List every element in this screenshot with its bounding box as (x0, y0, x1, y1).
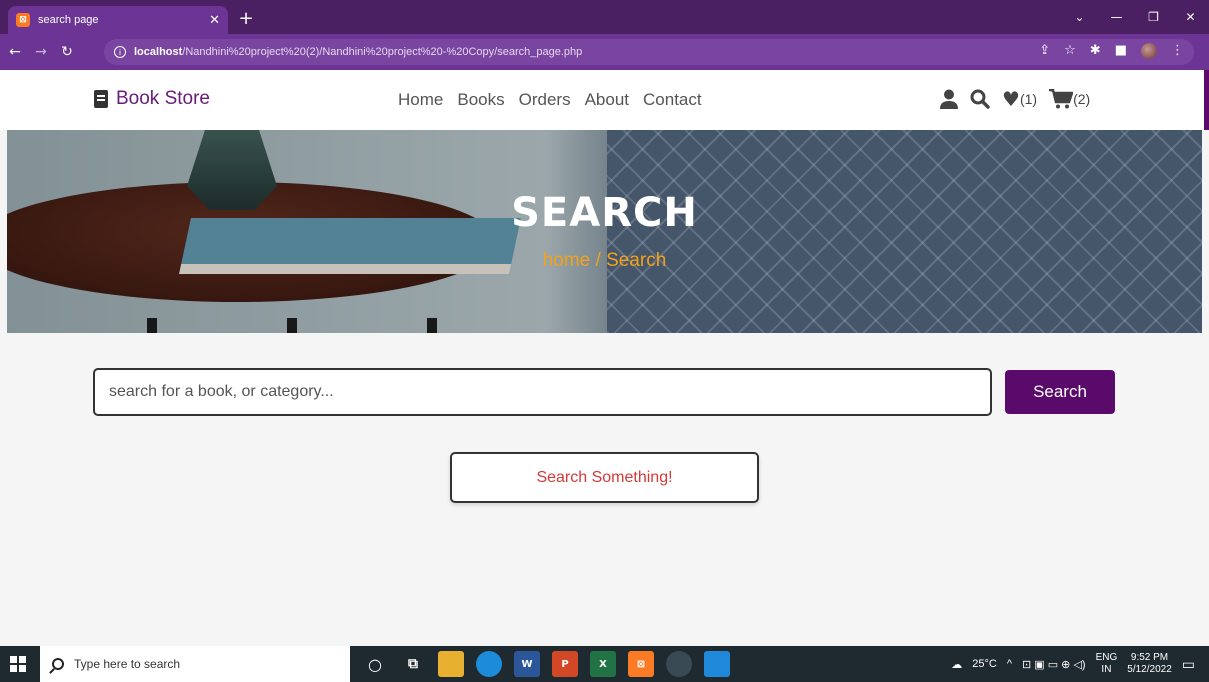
vscode-icon[interactable] (704, 651, 730, 677)
chevron-up-icon[interactable]: ^ (1007, 658, 1012, 670)
close-icon[interactable]: ✕ (1172, 0, 1209, 34)
powerpoint-icon[interactable]: P (552, 651, 578, 677)
weather-cloud-icon[interactable]: ☁ (951, 658, 962, 671)
restore-icon[interactable]: ❐ (1135, 0, 1172, 34)
cart-count[interactable]: (2) (1073, 91, 1090, 107)
search-input[interactable] (93, 368, 992, 416)
os-taskbar: Type here to search ○ ⧉ W P X ⊠ ☁ 25°C ^… (0, 646, 1209, 682)
nav-orders[interactable]: Orders (519, 90, 571, 110)
header-icons: ♥ (1) (2) (940, 87, 1090, 111)
nav-contact[interactable]: Contact (643, 90, 702, 110)
search-icon (52, 658, 64, 670)
xampp-icon: ⊠ (16, 13, 30, 27)
browser-tab-strip: ⊠ search page ✕ + ⌄ — ❐ ✕ (0, 0, 1209, 34)
back-icon[interactable]: ← (4, 44, 26, 60)
share-icon[interactable]: ⇪ (1039, 43, 1050, 59)
language-indicator[interactable]: ENG IN (1096, 652, 1118, 676)
browser-toolbar: ← → ↻ i localhost/Nandhini%20project%20(… (0, 34, 1209, 70)
extensions-puzzle-icon[interactable]: ✱ (1090, 43, 1101, 59)
site-logo[interactable]: Book Store (94, 88, 210, 110)
window-controls: ⌄ — ❐ ✕ (1061, 0, 1209, 34)
xampp-icon[interactable]: ⊠ (628, 651, 654, 677)
bookmark-star-icon[interactable]: ☆ (1064, 43, 1076, 59)
cortana-icon[interactable]: ○ (362, 651, 388, 677)
nav-home[interactable]: Home (398, 90, 443, 110)
heart-icon[interactable]: ♥ (1002, 87, 1020, 111)
taskbar-apps: ○ ⧉ W P X ⊠ (362, 646, 730, 682)
notifications-icon[interactable]: ▭ (1182, 656, 1195, 673)
search-button[interactable]: Search (1005, 370, 1115, 414)
taskbar-search[interactable]: Type here to search (40, 646, 350, 682)
book-icon (94, 90, 108, 108)
user-icon[interactable] (940, 89, 958, 109)
search-icon[interactable] (970, 89, 990, 109)
chevron-down-icon[interactable]: ⌄ (1061, 0, 1098, 34)
wishlist-count[interactable]: (1) (1020, 91, 1037, 107)
clock[interactable]: 9:52 PM 5/12/2022 (1127, 652, 1172, 676)
kebab-menu-icon[interactable]: ⋮ (1171, 43, 1184, 59)
excel-icon[interactable]: X (590, 651, 616, 677)
logo-text: Book Store (116, 88, 210, 109)
profile-avatar[interactable] (1141, 43, 1157, 59)
minimize-icon[interactable]: — (1098, 0, 1135, 34)
task-view-icon[interactable]: ⧉ (400, 651, 426, 677)
system-tray: ☁ 25°C ^ ⊡ ▣ ▭ ⊕ ◁) ENG IN 9:52 PM 5/12/… (951, 646, 1195, 682)
weather-temp[interactable]: 25°C (972, 658, 997, 670)
main-nav: Home Books Orders About Contact (398, 90, 702, 110)
sidepanel-icon[interactable]: ■ (1115, 43, 1127, 59)
windows-start-icon[interactable] (10, 656, 26, 672)
page-title: SEARCH (511, 190, 698, 236)
reload-icon[interactable]: ↻ (56, 44, 78, 60)
address-bar[interactable]: i localhost/Nandhini%20project%20(2)/Nan… (104, 39, 1194, 65)
nav-books[interactable]: Books (457, 90, 504, 110)
edge-icon[interactable] (476, 651, 502, 677)
word-icon[interactable]: W (514, 651, 540, 677)
cart-icon[interactable] (1049, 89, 1074, 109)
chrome-icon[interactable] (666, 651, 692, 677)
close-tab-icon[interactable]: ✕ (209, 13, 220, 28)
url-text: localhost/Nandhini%20project%20(2)/Nandh… (134, 46, 583, 58)
tab-title: search page (38, 14, 99, 26)
breadcrumb[interactable]: home / Search (7, 250, 1202, 272)
empty-results-message: Search Something! (450, 452, 759, 503)
site-header: Book Store Home Books Orders About Conta… (0, 70, 1209, 130)
taskbar-search-placeholder: Type here to search (74, 657, 181, 671)
browser-tab[interactable]: ⊠ search page ✕ (8, 6, 228, 34)
file-explorer-icon[interactable] (438, 651, 464, 677)
tray-icons[interactable]: ⊡ ▣ ▭ ⊕ ◁) (1022, 658, 1086, 671)
nav-about[interactable]: About (585, 90, 629, 110)
forward-icon[interactable]: → (30, 44, 52, 60)
toolbar-icons: ⇪ ☆ ✱ ■ ⋮ (1039, 43, 1184, 59)
info-icon[interactable]: i (114, 46, 126, 58)
hero-banner: SEARCH home / Search (7, 130, 1202, 333)
new-tab-button[interactable]: + (236, 8, 256, 29)
